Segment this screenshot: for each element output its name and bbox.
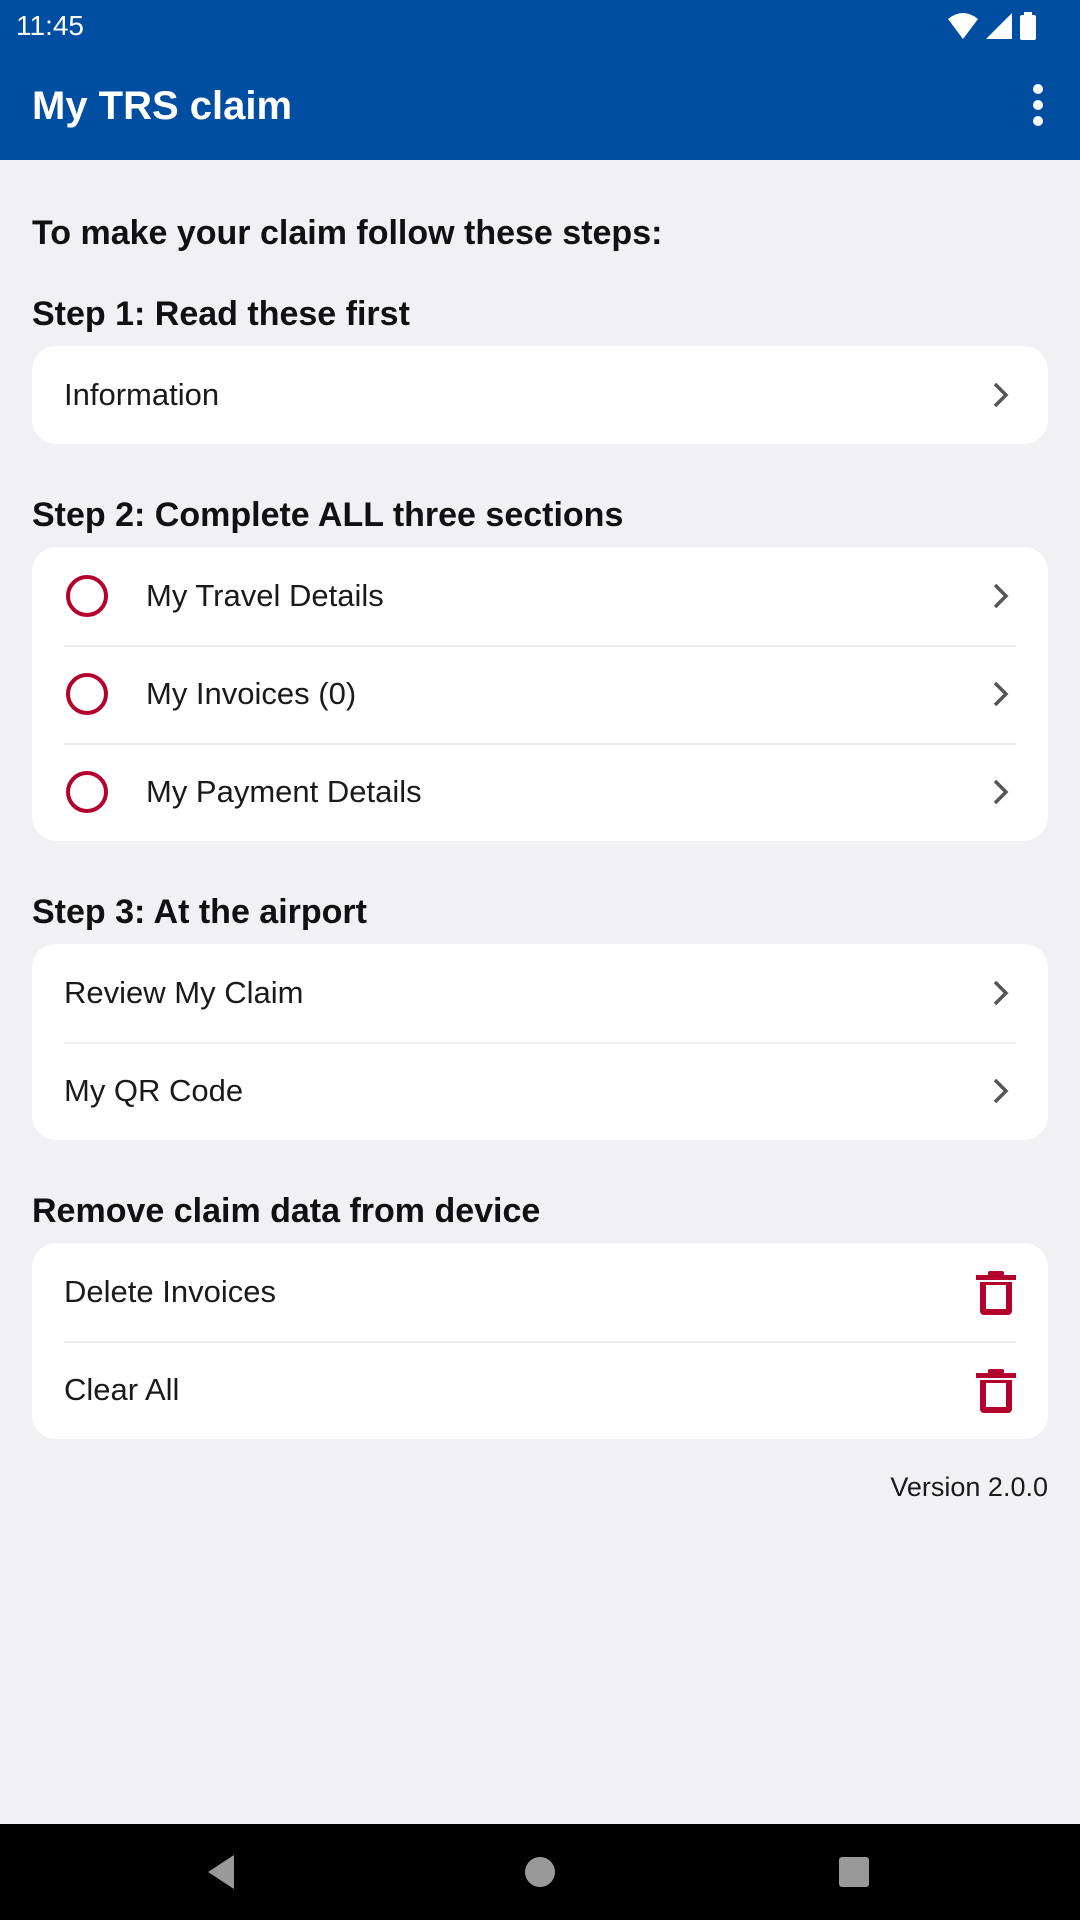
back-icon [208, 1855, 234, 1889]
clear-all-item[interactable]: Clear All [32, 1341, 1048, 1439]
chevron-right-icon [986, 978, 1016, 1008]
item-label: Information [64, 377, 220, 412]
chevron-right-icon [986, 1076, 1016, 1106]
signal-icon [986, 13, 1012, 39]
app-bar: 11:45 My TRS claim [0, 0, 1080, 160]
chevron-right-icon [986, 380, 1016, 410]
app-title: My TRS claim [32, 84, 293, 128]
recents-icon [839, 1857, 869, 1887]
step3-card: Review My Claim My QR Code [32, 944, 1048, 1140]
chevron-right-icon [986, 679, 1016, 709]
incomplete-circle-icon [66, 771, 108, 813]
step3-heading: Step 3: At the airport [32, 893, 367, 931]
nav-back-button[interactable] [192, 1842, 252, 1902]
battery-icon [1020, 12, 1036, 40]
item-label: My Travel Details [146, 578, 384, 613]
step1-heading: Step 1: Read these first [32, 295, 410, 333]
chevron-right-icon [986, 777, 1016, 807]
trash-icon[interactable] [976, 1269, 1016, 1315]
qr-code-item[interactable]: My QR Code [32, 1042, 1048, 1140]
step2-card: My Travel Details My Invoices (0) My Pay… [32, 547, 1048, 841]
item-label: Delete Invoices [64, 1274, 276, 1309]
remove-card: Delete Invoices Clear All [32, 1243, 1048, 1439]
remove-heading: Remove claim data from device [32, 1192, 541, 1230]
status-icons [948, 12, 1036, 40]
delete-invoices-item[interactable]: Delete Invoices [32, 1243, 1048, 1341]
item-label: Review My Claim [64, 975, 304, 1010]
payment-details-item[interactable]: My Payment Details [32, 743, 1048, 841]
travel-details-item[interactable]: My Travel Details [32, 547, 1048, 645]
incomplete-circle-icon [66, 575, 108, 617]
wifi-icon [948, 13, 978, 39]
more-options-button[interactable] [1016, 78, 1060, 132]
incomplete-circle-icon [66, 673, 108, 715]
item-label: Clear All [64, 1372, 180, 1407]
intro-heading: To make your claim follow these steps: [32, 214, 663, 252]
step1-card: Information [32, 346, 1048, 444]
status-time: 11:45 [16, 10, 84, 41]
nav-home-button[interactable] [510, 1842, 570, 1902]
item-label: My Invoices (0) [146, 676, 357, 711]
information-item[interactable]: Information [32, 346, 1048, 444]
item-label: My QR Code [64, 1073, 244, 1108]
item-label: My Payment Details [146, 774, 422, 809]
version-label: Version 2.0.0 [890, 1472, 1048, 1502]
review-claim-item[interactable]: Review My Claim [32, 944, 1048, 1042]
step2-heading: Step 2: Complete ALL three sections [32, 496, 624, 534]
more-vert-icon [1033, 84, 1043, 94]
system-nav-bar [0, 1824, 1080, 1920]
trash-icon[interactable] [976, 1367, 1016, 1413]
nav-recents-button[interactable] [824, 1842, 884, 1902]
chevron-right-icon [986, 581, 1016, 611]
home-icon [525, 1857, 555, 1887]
invoices-item[interactable]: My Invoices (0) [32, 645, 1048, 743]
